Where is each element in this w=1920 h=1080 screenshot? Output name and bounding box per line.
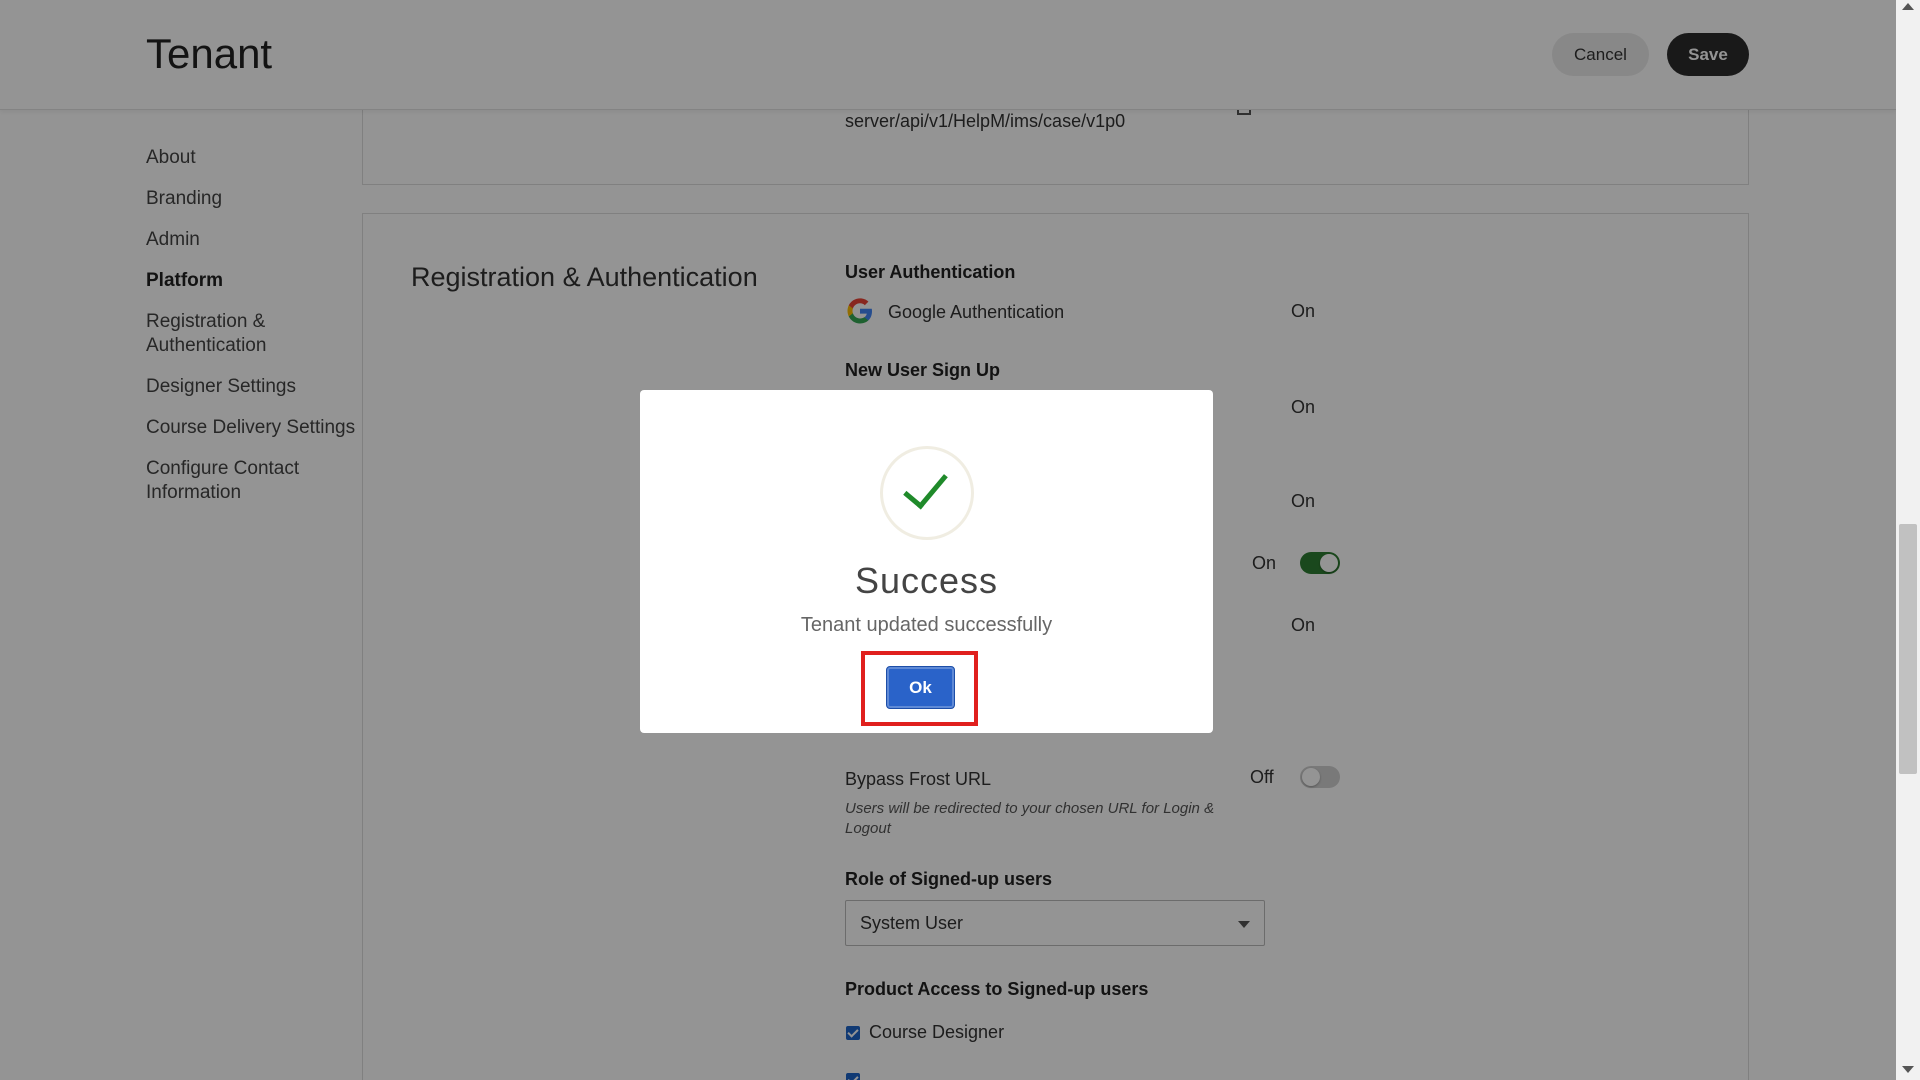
dialog-message: Tenant updated successfully — [800, 614, 1053, 636]
dialog-title: Success — [854, 560, 999, 601]
scroll-up-icon[interactable] — [1902, 3, 1914, 10]
ok-button[interactable]: Ok — [886, 666, 955, 709]
scrollbar-thumb[interactable] — [1899, 524, 1917, 774]
scroll-down-icon[interactable] — [1902, 1066, 1914, 1073]
page: Tenant Cancel Save About Branding Admin … — [0, 0, 1920, 1080]
checkmark-icon — [903, 462, 948, 510]
success-dialog: Success Tenant updated successfully Ok — [640, 390, 1213, 733]
success-icon — [880, 446, 974, 540]
